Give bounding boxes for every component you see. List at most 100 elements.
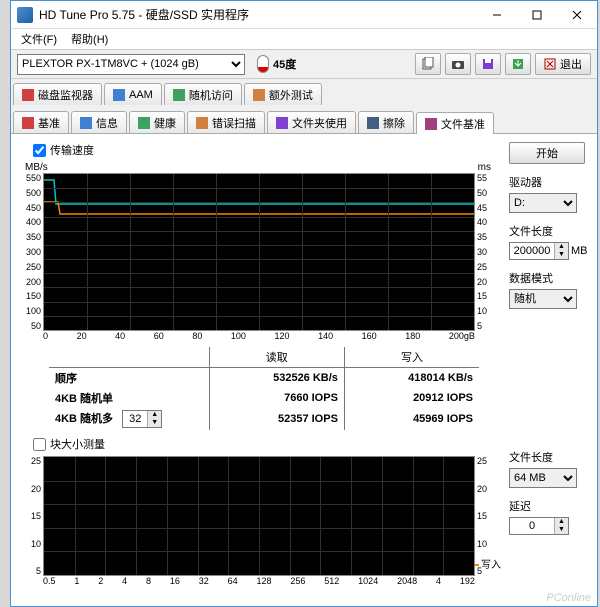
tab-5[interactable]: 擦除 xyxy=(358,111,414,133)
result-write: 20912 IOPS xyxy=(344,388,479,408)
tab-label: 健康 xyxy=(154,115,176,131)
minimize-button[interactable] xyxy=(477,1,517,29)
y-axis-right: 555045403530252015105 xyxy=(475,173,493,331)
transfer-speed-checkbox[interactable] xyxy=(33,144,46,157)
x-axis-1: 020406080100120140160180200gB xyxy=(43,331,475,341)
plot-area-2 xyxy=(43,456,475,576)
thermometer-icon xyxy=(257,55,269,73)
exit-label: 退出 xyxy=(560,56,582,72)
spin-down[interactable]: ▼ xyxy=(554,526,568,534)
tab-1[interactable]: 信息 xyxy=(71,111,127,133)
result-write: 45969 IOPS xyxy=(344,408,479,430)
tab-label: 文件夹使用 xyxy=(292,115,347,131)
tab-icon xyxy=(196,117,208,129)
tab-icon xyxy=(367,117,379,129)
titlebar[interactable]: HD Tune Pro 5.75 - 硬盘/SSD 实用程序 xyxy=(11,1,597,29)
spin-up[interactable]: ▲ xyxy=(554,518,568,526)
tab-icon xyxy=(425,118,437,130)
y-right-unit: ms xyxy=(478,162,491,173)
tab-label: 信息 xyxy=(96,115,118,131)
spin-down[interactable]: ▼ xyxy=(554,251,568,259)
menu-file[interactable]: 文件(F) xyxy=(15,29,63,49)
blocksize-label: 块大小测量 xyxy=(50,436,105,452)
drive-label: 驱动器 xyxy=(509,174,587,190)
copy-button[interactable] xyxy=(415,53,441,75)
temperature-display: 45度 xyxy=(257,55,296,73)
tab-2[interactable]: 健康 xyxy=(129,111,185,133)
result-label: 4KB 随机多 ▲▼ xyxy=(49,408,209,430)
tab-icon xyxy=(173,89,185,101)
screenshot-button[interactable] xyxy=(445,53,471,75)
result-read: 532526 KB/s xyxy=(209,368,344,389)
delay-input[interactable] xyxy=(510,518,554,534)
filelen2-select[interactable]: 64 MB xyxy=(509,468,577,488)
tab-1[interactable]: AAM xyxy=(104,83,162,105)
datamode-label: 数据模式 xyxy=(509,270,587,286)
app-icon xyxy=(17,7,33,23)
start-button[interactable]: 开始 xyxy=(509,142,585,164)
tab-3[interactable]: 额外测试 xyxy=(244,83,322,105)
tab-icon xyxy=(22,117,34,129)
menu-help[interactable]: 帮助(H) xyxy=(65,29,114,49)
menubar: 文件(F) 帮助(H) xyxy=(11,29,597,49)
y-axis-left-2: 252015105 xyxy=(21,456,43,576)
tab-label: 随机访问 xyxy=(189,87,233,103)
result-read: 7660 IOPS xyxy=(209,388,344,408)
y-left-unit: MB/s xyxy=(25,162,48,173)
plot-area-1 xyxy=(43,173,475,331)
tab-0[interactable]: 基准 xyxy=(13,111,69,133)
tab-icon xyxy=(253,89,265,101)
side-panel: 开始 驱动器 D: 文件长度 ▲▼ MB 数据模式 随机 文件长度 64 MB … xyxy=(509,142,587,535)
col-write: 写入 xyxy=(344,347,479,368)
spin-up[interactable]: ▲ xyxy=(554,243,568,251)
drive-select[interactable]: PLEXTOR PX-1TM8VC + (1024 gB) xyxy=(17,54,245,75)
tabs-row1: 磁盘监视器 AAM 随机访问 额外测试 xyxy=(11,79,597,105)
close-button[interactable] xyxy=(557,1,597,29)
app-window: HD Tune Pro 5.75 - 硬盘/SSD 实用程序 文件(F) 帮助(… xyxy=(10,0,598,607)
tab-label: AAM xyxy=(129,89,153,101)
save-button[interactable] xyxy=(475,53,501,75)
temperature-value: 45度 xyxy=(273,56,296,72)
results-table: 读取 写入 顺序532526 KB/s418014 KB/s4KB 随机单766… xyxy=(49,347,479,430)
tab-3[interactable]: 错误扫描 xyxy=(187,111,265,133)
drive-letter-select[interactable]: D: xyxy=(509,193,577,213)
tab-label: 错误扫描 xyxy=(212,115,256,131)
result-label: 顺序 xyxy=(49,368,209,389)
result-label: 4KB 随机单 xyxy=(49,388,209,408)
result-write: 418014 KB/s xyxy=(344,368,479,389)
exit-button[interactable]: 退出 xyxy=(535,53,591,75)
filelen-input[interactable] xyxy=(510,243,554,259)
tab-4[interactable]: 文件夹使用 xyxy=(267,111,356,133)
tab-icon xyxy=(22,89,34,101)
tab-icon xyxy=(80,117,92,129)
tab-label: 额外测试 xyxy=(269,87,313,103)
result-read: 52357 IOPS xyxy=(209,408,344,430)
filelen2-label: 文件长度 xyxy=(509,449,587,465)
delay-spinner[interactable]: ▲▼ xyxy=(509,517,569,535)
datamode-select[interactable]: 随机 xyxy=(509,289,577,309)
filelen-label: 文件长度 xyxy=(509,223,587,239)
tab-icon xyxy=(276,117,288,129)
y-axis-left: 55050045040035030025020015010050 xyxy=(21,173,43,331)
tab-6[interactable]: 文件基准 xyxy=(416,112,494,134)
maximize-button[interactable] xyxy=(517,1,557,29)
tab-label: 磁盘监视器 xyxy=(38,87,93,103)
qd-spinner[interactable]: ▲▼ xyxy=(122,410,162,428)
filelen-spinner[interactable]: ▲▼ xyxy=(509,242,569,260)
qd-input[interactable] xyxy=(123,411,147,427)
load-button[interactable] xyxy=(505,53,531,75)
y-axis-right-2: 252015105 xyxy=(475,456,493,576)
toolbar: PLEXTOR PX-1TM8VC + (1024 gB) 45度 退出 xyxy=(11,49,597,79)
tab-0[interactable]: 磁盘监视器 xyxy=(13,83,102,105)
blocksize-checkbox[interactable] xyxy=(33,438,46,451)
tab-label: 擦除 xyxy=(383,115,405,131)
window-title: HD Tune Pro 5.75 - 硬盘/SSD 实用程序 xyxy=(39,6,477,23)
transfer-speed-label: 传输速度 xyxy=(50,142,94,158)
tab-icon xyxy=(138,117,150,129)
chart-transfer: MB/s ms 55050045040035030025020015010050… xyxy=(21,162,495,341)
tab-label: 文件基准 xyxy=(441,116,485,132)
watermark: PConline xyxy=(546,592,591,604)
tab-content: 开始 驱动器 D: 文件长度 ▲▼ MB 数据模式 随机 文件长度 64 MB … xyxy=(11,133,597,592)
tab-2[interactable]: 随机访问 xyxy=(164,83,242,105)
x-axis-2: 0.51248163264128256512102420484192 xyxy=(43,576,475,586)
